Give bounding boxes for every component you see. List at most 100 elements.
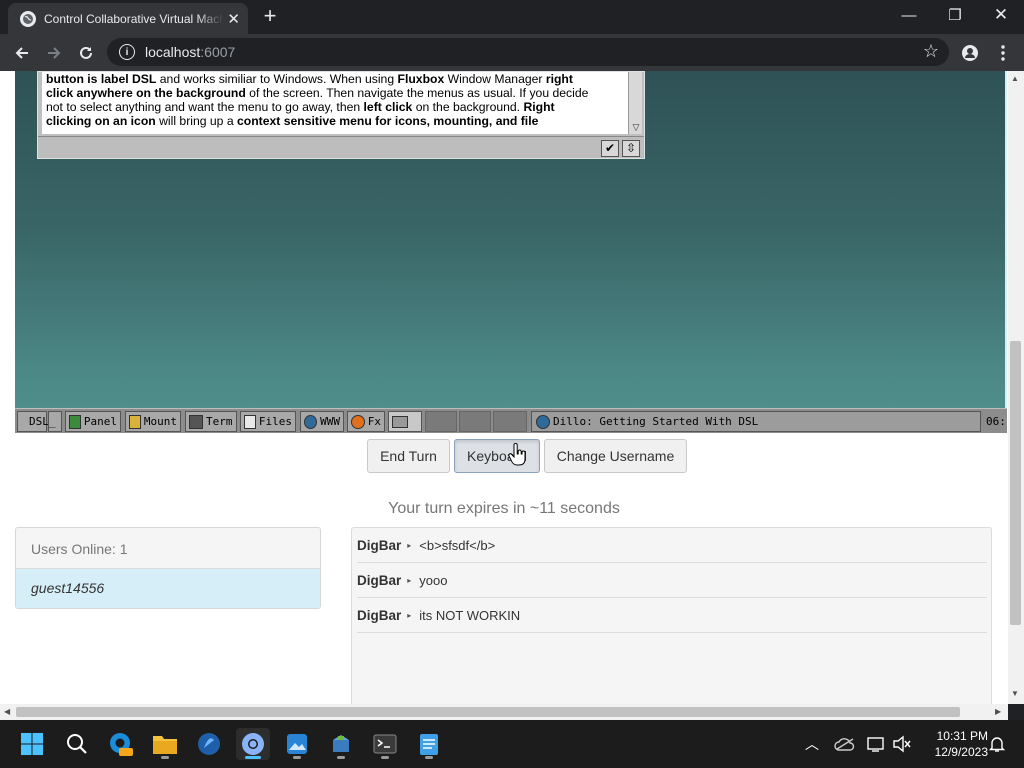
taskbar-proton-vpn[interactable] xyxy=(192,728,226,760)
dsl-clock: 06: xyxy=(986,415,1006,428)
onedrive-icon xyxy=(834,738,855,751)
taskbar-notepad[interactable] xyxy=(412,728,446,760)
globe-icon xyxy=(304,414,318,429)
search-button[interactable] xyxy=(60,728,94,760)
windows-taskbar: ︿ 10:31 PM 12/9/2023 xyxy=(0,720,1024,768)
chat-arrow-icon: ▸ xyxy=(407,575,412,585)
profile-icon xyxy=(962,45,978,61)
users-online-header: Users Online: 1 xyxy=(16,528,320,569)
clock-time: 10:31 PM xyxy=(936,729,988,743)
vpn-icon xyxy=(198,733,220,755)
virtualbox-icon xyxy=(333,735,349,752)
horizontal-scroll-thumb[interactable] xyxy=(16,707,960,717)
taskbar-virtualbox[interactable] xyxy=(324,728,358,760)
browser-tab[interactable]: Control Collaborative Virtual Machine ✕ xyxy=(8,3,248,34)
dillo-text-line: button is label DSL and works similiar t… xyxy=(46,72,624,86)
dillo-text: on the background. xyxy=(412,100,524,114)
close-tab-icon[interactable]: ✕ xyxy=(227,10,240,28)
dillo-scrollbar[interactable]: ▽ xyxy=(628,72,642,134)
dillo-text: of the screen. Then navigate the menus a… xyxy=(245,86,589,100)
edge-icon xyxy=(110,733,133,756)
end-turn-button[interactable]: End Turn xyxy=(367,439,450,473)
scroll-down-arrow-icon[interactable]: ▼ xyxy=(1011,689,1019,698)
taskbar-file-explorer[interactable] xyxy=(148,728,182,760)
chat-message-text: yooo xyxy=(419,572,448,588)
resize-icon[interactable]: ⇳ xyxy=(622,140,640,157)
vm-display[interactable]: button is label DSL and works similiar t… xyxy=(15,71,1007,433)
dsl-start-button[interactable]: DSL xyxy=(17,411,49,432)
dillo-bold-text: right xyxy=(545,72,573,86)
new-tab-button[interactable]: + xyxy=(259,5,281,28)
tab-title: Control Collaborative Virtual Machine xyxy=(44,11,224,26)
dsl-workspace-3[interactable] xyxy=(493,411,527,432)
files-icon xyxy=(244,414,256,429)
taskbar-edge-beta[interactable] xyxy=(104,728,138,760)
dsl-task-dillo[interactable]: Dillo: Getting Started With DSL xyxy=(531,411,981,432)
chat-username: DigBar xyxy=(357,572,402,588)
reload-button[interactable] xyxy=(73,40,99,66)
turn-timer-message: Your turn expires in ~11 seconds xyxy=(388,500,620,517)
taskbar-terminal[interactable] xyxy=(368,728,402,760)
firefox-icon xyxy=(351,414,365,429)
dsl-task-title: Dillo: Getting Started With DSL xyxy=(553,415,759,428)
dsl-mount-button[interactable]: Mount xyxy=(125,411,181,432)
dillo-bold-text: Fluxbox xyxy=(397,72,445,86)
dsl-firefox-button[interactable]: Fx xyxy=(347,411,385,432)
terminal-icon xyxy=(189,414,203,429)
taskbar-chrome[interactable] xyxy=(236,728,270,760)
restore-button[interactable]: ❐ xyxy=(932,0,978,30)
chat-message-text: its NOT WORKIN xyxy=(419,607,521,623)
chat-message: DigBar ▸ <b>sfsdf</b> xyxy=(357,528,987,563)
dsl-workspace-1[interactable] xyxy=(425,411,457,432)
chevron-up-icon[interactable]: ︿ xyxy=(800,728,824,760)
dsl-separator-button[interactable]: _ xyxy=(48,411,62,432)
user-list-item[interactable]: guest14556 xyxy=(16,569,320,608)
dsl-workspace-2[interactable] xyxy=(459,411,491,432)
dsl-files-button[interactable]: Files xyxy=(240,411,296,432)
taskbar-onedrive[interactable] xyxy=(832,728,858,760)
menu-button[interactable] xyxy=(990,40,1016,66)
address-bar[interactable]: i localhost:6007 ☆ xyxy=(107,38,949,66)
notifications-button[interactable] xyxy=(984,728,1010,760)
info-icon[interactable]: i xyxy=(119,44,135,60)
keyboard-button[interactable]: Keyboard xyxy=(454,439,540,473)
forward-arrow-icon xyxy=(48,47,61,59)
dsl-panel-button[interactable]: Panel xyxy=(65,411,121,432)
dsl-term-button[interactable]: Term xyxy=(185,411,237,432)
taskbar-photos[interactable] xyxy=(280,728,314,760)
minimize-button[interactable]: — xyxy=(886,0,932,30)
volume-button[interactable] xyxy=(890,728,914,760)
forward-button[interactable] xyxy=(41,40,67,66)
network-button[interactable] xyxy=(864,728,888,760)
system-clock[interactable]: 10:31 PM 12/9/2023 xyxy=(918,728,988,760)
chat-panel[interactable]: DigBar ▸ <b>sfsdf</b> DigBar ▸ yooo DigBar ▸ its… xyxy=(351,527,992,704)
url-port: :6007 xyxy=(200,44,236,60)
chat-arrow-icon: ▸ xyxy=(407,610,412,620)
scroll-left-arrow-icon[interactable]: ◀ xyxy=(4,707,10,716)
mount-icon xyxy=(129,414,141,429)
dsl-start-label: DSL xyxy=(29,415,49,428)
volume-muted-icon xyxy=(893,735,911,753)
check-icon[interactable]: ✔ xyxy=(601,140,619,157)
dillo-window[interactable]: button is label DSL and works similiar t… xyxy=(37,71,645,159)
profile-button[interactable] xyxy=(957,40,983,66)
dsl-desktop-pager[interactable] xyxy=(388,411,422,432)
terminal-icon xyxy=(373,734,397,754)
close-window-button[interactable]: ✕ xyxy=(978,0,1024,30)
dsl-term-label: Term xyxy=(206,415,233,428)
dillo-bold-text: Right xyxy=(523,100,555,114)
dsl-mount-label: Mount xyxy=(143,415,177,428)
scroll-right-arrow-icon[interactable]: ▶ xyxy=(995,707,1001,716)
dsl-www-button[interactable]: WWW xyxy=(300,411,344,432)
dillo-bold-text: left click xyxy=(363,100,413,114)
scroll-down-icon[interactable]: ▽ xyxy=(629,122,643,134)
chrome-icon xyxy=(242,733,264,755)
change-username-button[interactable]: Change Username xyxy=(544,439,687,473)
bookmark-star-icon[interactable]: ☆ xyxy=(923,41,939,62)
vertical-scroll-thumb[interactable] xyxy=(1010,341,1021,625)
dillo-bold-text: context sensitive menu for icons, mounti… xyxy=(237,114,539,128)
scroll-up-arrow-icon[interactable]: ▲ xyxy=(1011,74,1019,83)
dillo-text: will bring up a xyxy=(155,114,238,128)
back-button[interactable] xyxy=(9,40,35,66)
start-button[interactable] xyxy=(15,728,49,760)
